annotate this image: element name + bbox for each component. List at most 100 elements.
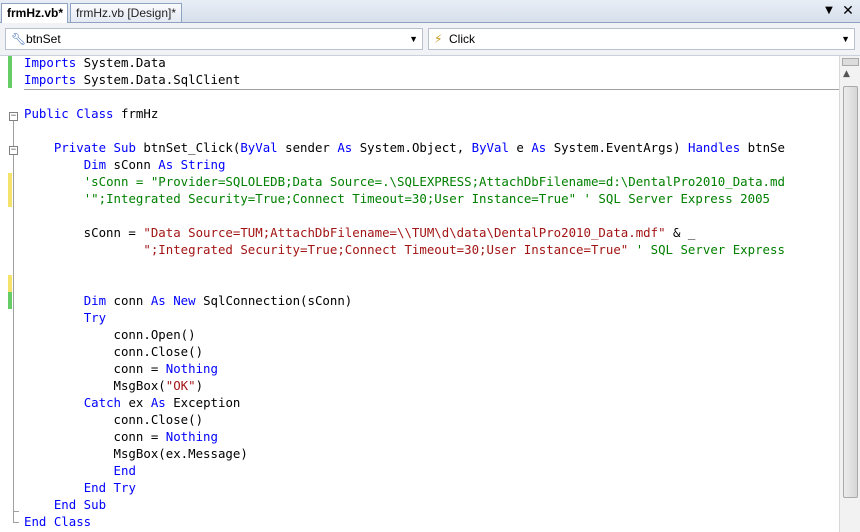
change-marker	[8, 292, 12, 309]
keyword-token: Nothing	[165, 361, 218, 376]
change-tracking-margin	[8, 56, 12, 532]
class-member-icon: 🔧︎	[11, 32, 27, 46]
keyword-token: End	[113, 463, 136, 478]
code-line: '";Integrated Security=True;Connect Time…	[24, 190, 770, 207]
collapse-sub-icon[interactable]: −	[9, 146, 18, 155]
keyword-token: End Class	[24, 514, 92, 529]
code-line: 'sConn = "Provider=SQLOLEDB;Data Source=…	[24, 173, 785, 190]
code-token: ex	[121, 395, 151, 410]
keyword-token: End Sub	[53, 497, 107, 512]
code-line: Imports System.Data	[24, 56, 166, 71]
code-token: System.Data.SqlClient	[76, 72, 241, 87]
keyword-token: Dim	[83, 293, 107, 308]
code-token: sender	[277, 140, 338, 155]
code-token: sConn	[106, 157, 159, 172]
code-token: MsgBox(	[24, 378, 166, 393]
code-editor[interactable]: − − Imports System.Data Imports System.Da…	[0, 56, 839, 532]
comment-token: ' SQL Server Express	[635, 242, 785, 257]
code-line: Private Sub btnSet_Click( ByVal sender As…	[24, 139, 785, 156]
code-line: conn.Open()	[24, 326, 196, 343]
navigation-bar: 🔧︎ btnSet ▼ ⚡︎ Click ▼	[0, 23, 860, 56]
method-name-value: Click	[449, 32, 475, 46]
code-line: End Sub	[24, 496, 106, 513]
keyword-token: Try	[83, 310, 107, 325]
tab-list-dropdown-icon[interactable]: ▼	[822, 2, 836, 20]
keyword-token: As	[337, 140, 353, 155]
code-token: frmHz	[113, 106, 159, 121]
keyword-token: Dim	[83, 157, 107, 172]
code-line: conn = Nothing	[24, 428, 218, 445]
scroll-up-icon[interactable]: ▲	[843, 69, 850, 79]
code-line: ";Integrated Security=True;Connect Timeo…	[24, 241, 785, 258]
chevron-down-icon[interactable]: ▼	[409, 29, 418, 49]
keyword-token: End Try	[83, 480, 136, 495]
code-line: conn.Close()	[24, 343, 204, 360]
class-name-combo[interactable]: 🔧︎ btnSet ▼	[5, 28, 423, 50]
code-line: conn.Close()	[24, 411, 204, 428]
code-line: MsgBox(ex.Message)	[24, 445, 248, 462]
chevron-down-icon[interactable]: ▼	[841, 29, 850, 49]
collapse-class-icon[interactable]: −	[9, 112, 18, 121]
tab-frmhz-vb[interactable]: frmHz.vb*	[1, 3, 68, 23]
keyword-token: Handles	[688, 140, 741, 155]
code-line: conn = Nothing	[24, 360, 218, 377]
code-token: btnSe	[740, 140, 785, 155]
method-name-combo[interactable]: ⚡︎ Click ▼	[428, 28, 855, 50]
close-icon[interactable]: ✕	[841, 2, 855, 20]
code-token: SqlConnection(sConn)	[195, 293, 353, 308]
keyword-token: Nothing	[165, 429, 218, 444]
code-token: btnSet_Click(	[135, 140, 241, 155]
code-token: & _	[665, 225, 696, 240]
split-handle[interactable]	[842, 58, 859, 66]
keyword-token: Catch	[83, 395, 121, 410]
code-token: conn.Close()	[24, 412, 204, 427]
keyword-token: As String	[158, 157, 226, 172]
code-token: System.Object,	[352, 140, 472, 155]
change-marker	[8, 173, 12, 207]
comment-token: '";Integrated Security=True;Connect Time…	[83, 191, 770, 206]
code-line: MsgBox("OK")	[24, 377, 204, 394]
code-token: conn.Close()	[24, 344, 204, 359]
code-line: End Try	[24, 479, 136, 496]
code-token: MsgBox(ex.Message)	[24, 446, 248, 461]
code-line: Dim conn As New SqlConnection(sConn)	[24, 292, 353, 309]
keyword-token: As New	[150, 293, 196, 308]
scrollbar-thumb[interactable]	[843, 86, 858, 498]
keyword-token: Private Sub	[53, 140, 136, 155]
keyword-token: Imports	[24, 56, 77, 70]
keyword-token: ByVal	[471, 140, 509, 155]
code-token: sConn =	[24, 225, 144, 240]
document-tab-bar: frmHz.vb* frmHz.vb [Design]* ▼ ✕	[0, 0, 860, 23]
keyword-token: Imports	[24, 72, 77, 87]
code-line: Dim sConn As String	[24, 156, 226, 173]
code-line: End Class	[24, 513, 91, 530]
code-line: Imports System.Data.SqlClient	[24, 71, 240, 88]
keyword-token: As	[531, 140, 547, 155]
class-name-value: btnSet	[26, 32, 61, 46]
sub-outline-line	[13, 155, 14, 512]
code-token: System.EventArgs)	[546, 140, 688, 155]
imports-separator	[24, 89, 839, 90]
vertical-scrollbar[interactable]: ▲	[839, 56, 860, 532]
keyword-token: Public Class	[24, 106, 114, 121]
code-token: conn.Open()	[24, 327, 196, 342]
keyword-token: As	[150, 395, 166, 410]
comment-token: 'sConn = "Provider=SQLOLEDB;Data Source=…	[83, 174, 785, 189]
string-token: ";Integrated Security=True;Connect Timeo…	[143, 242, 629, 257]
code-token: conn =	[24, 429, 166, 444]
tab-frmhz-design[interactable]: frmHz.vb [Design]*	[70, 3, 182, 22]
code-token: conn =	[24, 361, 166, 376]
code-line: Catch ex As Exception	[24, 394, 241, 411]
